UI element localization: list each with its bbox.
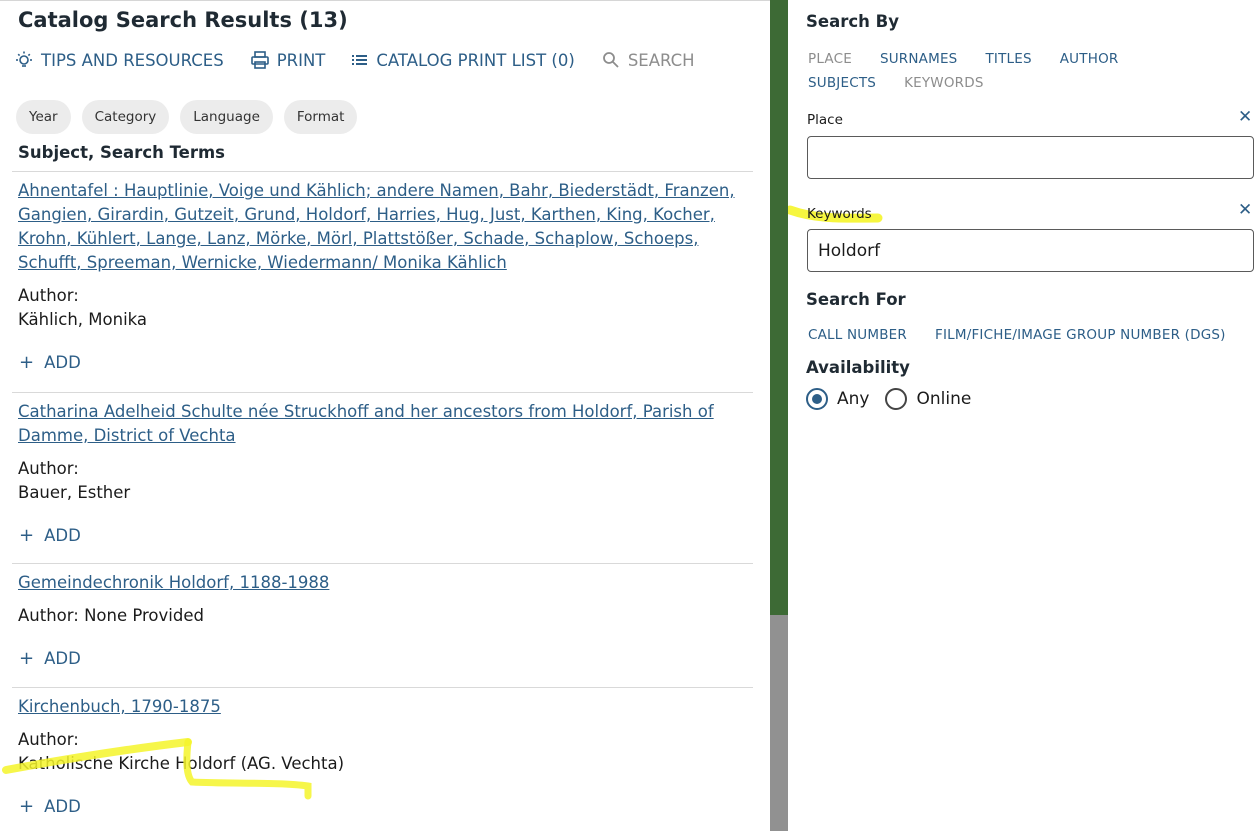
author-label: Author: — [18, 459, 79, 478]
author-name: Kählich, Monika — [18, 310, 148, 329]
add-to-list-button[interactable]: + ADD — [18, 646, 753, 670]
catalog-print-list-button[interactable]: CATALOG PRINT LIST (0) — [351, 50, 575, 70]
add-to-list-button[interactable]: + ADD — [18, 350, 753, 374]
tips-resources-label: TIPS AND RESOURCES — [41, 50, 224, 70]
radio-unchecked-icon — [885, 388, 908, 410]
catalog-print-list-label: CATALOG PRINT LIST (0) — [376, 50, 575, 70]
call-number-tab[interactable]: CALL NUMBER — [808, 323, 907, 347]
radio-checked-icon — [806, 388, 828, 410]
keywords-field-label: Keywords — [807, 206, 872, 222]
plus-icon: + — [19, 795, 35, 817]
search-by-keywords-tab[interactable]: KEYWORDS — [904, 71, 984, 95]
place-input[interactable] — [807, 136, 1254, 179]
result-item: Gemeindechronik Holdorf, 1188-1988 Autho… — [12, 563, 753, 687]
filter-chips: Year Category Language Format — [16, 100, 368, 134]
print-label: PRINT — [276, 50, 326, 70]
printer-icon — [250, 51, 269, 69]
result-item: Ahnentafel : Hauptlinie, Voige und Kähli… — [12, 171, 753, 392]
plus-icon: + — [19, 351, 35, 373]
plus-icon: + — [19, 524, 35, 546]
results-toolbar: TIPS AND RESOURCES PRINT CATALOG PRINT L… — [14, 48, 721, 72]
result-item: Catharina Adelheid Schulte née Struckhof… — [12, 392, 753, 563]
filter-year-chip[interactable]: Year — [16, 100, 71, 134]
search-label: SEARCH — [627, 50, 695, 70]
results-panel: Catalog Search Results (13) TIPS AND RES… — [0, 0, 770, 831]
availability-online-label: Online — [916, 389, 972, 409]
print-button[interactable]: PRINT — [250, 50, 326, 70]
top-divider — [0, 0, 770, 1]
lightbulb-icon — [16, 51, 32, 67]
list-icon — [352, 55, 368, 65]
filter-format-chip[interactable]: Format — [283, 100, 358, 134]
add-label: ADD — [44, 525, 81, 545]
film-fiche-dgs-tab[interactable]: FILM/FICHE/IMAGE GROUP NUMBER (DGS) — [935, 323, 1226, 347]
search-for-heading: Search For — [806, 290, 906, 309]
search-for-tabs: CALL NUMBER FILM/FICHE/IMAGE GROUP NUMBE… — [808, 323, 1254, 347]
search-by-titles-tab[interactable]: TITLES — [985, 47, 1031, 71]
availability-any-label: Any — [837, 389, 870, 409]
search-panel: Search By PLACE SURNAMES TITLES AUTHOR S… — [788, 0, 1257, 831]
page-title: Catalog Search Results (13) — [18, 8, 348, 32]
filter-category-chip[interactable]: Category — [81, 100, 170, 134]
results-subheading: Subject, Search Terms — [18, 143, 225, 162]
search-by-heading: Search By — [806, 12, 899, 31]
place-field-label: Place — [807, 112, 843, 128]
search-by-tabs: PLACE SURNAMES TITLES AUTHOR SUBJECTS KE… — [808, 47, 1238, 95]
search-by-place-tab[interactable]: PLACE — [808, 47, 852, 71]
search-icon — [602, 52, 619, 68]
result-title-link[interactable]: Kirchenbuch, 1790-1875 — [18, 695, 753, 719]
availability-online-radio[interactable]: Online — [885, 388, 971, 410]
results-list: Ahnentafel : Hauptlinie, Voige und Kähli… — [12, 171, 753, 827]
search-button[interactable]: SEARCH — [601, 50, 695, 70]
add-label: ADD — [44, 796, 81, 816]
author-line: Author: None Provided — [18, 606, 204, 625]
add-label: ADD — [44, 648, 81, 668]
add-to-list-button[interactable]: + ADD — [18, 794, 753, 818]
search-by-subjects-tab[interactable]: SUBJECTS — [808, 71, 876, 95]
keywords-input[interactable] — [807, 229, 1254, 272]
availability-heading: Availability — [806, 358, 910, 377]
availability-radio-group: Any Online — [806, 388, 987, 410]
availability-any-radio[interactable]: Any — [806, 388, 869, 410]
search-by-surnames-tab[interactable]: SURNAMES — [880, 47, 958, 71]
filter-language-chip[interactable]: Language — [180, 100, 273, 134]
add-label: ADD — [44, 352, 81, 372]
clear-place-close-icon[interactable]: ✕ — [1238, 107, 1252, 127]
tips-resources-button[interactable]: TIPS AND RESOURCES — [14, 50, 224, 70]
author-label: Author: — [18, 730, 79, 749]
scrollbar-thumb[interactable] — [770, 615, 788, 831]
author-label: Author: — [18, 286, 79, 305]
author-name: Katholische Kirche Holdorf (AG. Vechta) — [18, 754, 345, 773]
author-name: Bauer, Esther — [18, 483, 131, 502]
clear-keywords-close-icon[interactable]: ✕ — [1238, 200, 1252, 220]
result-item: Kirchenbuch, 1790-1875 Author: Katholisc… — [12, 687, 753, 827]
search-by-author-tab[interactable]: AUTHOR — [1060, 47, 1119, 71]
add-to-list-button[interactable]: + ADD — [18, 523, 753, 547]
result-title-link[interactable]: Ahnentafel : Hauptlinie, Voige und Kähli… — [18, 179, 753, 275]
result-title-link[interactable]: Catharina Adelheid Schulte née Struckhof… — [18, 400, 753, 448]
result-title-link[interactable]: Gemeindechronik Holdorf, 1188-1988 — [18, 571, 753, 595]
plus-icon: + — [19, 647, 35, 669]
